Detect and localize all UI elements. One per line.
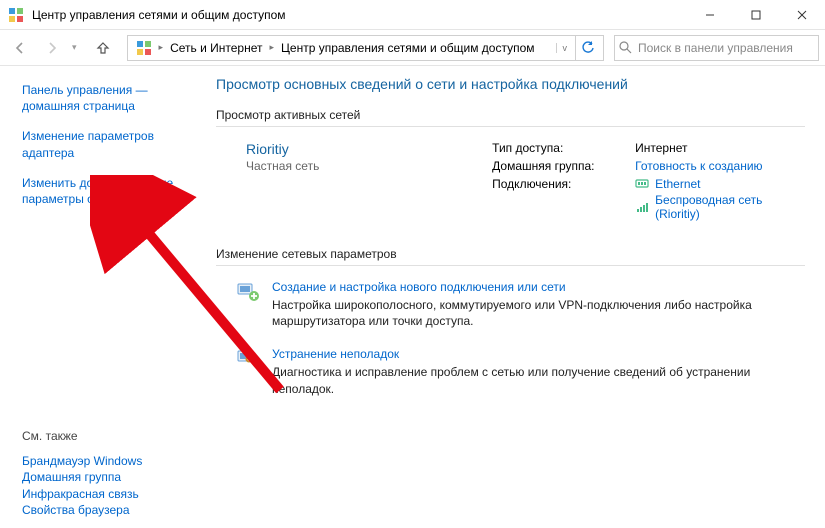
see-also-heading: См. также: [22, 421, 186, 443]
see-also-infrared[interactable]: Инфракрасная связь: [22, 487, 139, 501]
breadcrumb-root-icon[interactable]: [132, 36, 156, 60]
network-name: Rioritiy: [246, 141, 472, 157]
breadcrumb[interactable]: ▸ Сеть и Интернет ▸ Центр управления сет…: [127, 35, 604, 61]
troubleshoot-icon: [236, 347, 260, 369]
wifi-icon: [635, 201, 649, 213]
action-new-connection: Создание и настройка нового подключения …: [236, 280, 805, 329]
window-title: Центр управления сетями и общим доступом: [32, 8, 687, 22]
active-networks-label: Просмотр активных сетей: [216, 108, 805, 127]
connection-ethernet-link[interactable]: Ethernet: [655, 177, 700, 191]
chevron-right-icon[interactable]: ▸: [158, 42, 165, 53]
nav-row: ▾ ▸ Сеть и Интернет ▸ Центр управления с…: [0, 30, 825, 66]
network-type: Частная сеть: [246, 159, 472, 173]
minimize-button[interactable]: [687, 0, 733, 30]
page-title: Просмотр основных сведений о сети и наст…: [216, 76, 805, 92]
sidebar-link-adapter-settings[interactable]: Изменение параметров адаптера: [22, 128, 186, 160]
search-input[interactable]: [638, 41, 814, 55]
action-new-connection-link[interactable]: Создание и настройка нового подключения …: [272, 280, 566, 294]
forward-button[interactable]: [38, 34, 66, 62]
action-troubleshoot-link[interactable]: Устранение неполадок: [272, 347, 399, 361]
chevron-down-icon[interactable]: v: [556, 43, 574, 53]
app-icon: [8, 7, 24, 23]
window-controls: [687, 0, 825, 30]
recent-dropdown-icon[interactable]: ▾: [70, 42, 79, 53]
sidebar: Панель управления — домашняя страница Из…: [0, 66, 198, 528]
breadcrumb-current[interactable]: Центр управления сетями и общим доступом: [277, 36, 539, 60]
active-network-block: Rioritiy Частная сеть Тип доступа: Интер…: [246, 141, 805, 221]
sidebar-link-home[interactable]: Панель управления — домашняя страница: [22, 82, 186, 114]
sidebar-link-advanced-sharing[interactable]: Изменить дополнительные параметры общего…: [22, 175, 186, 207]
homegroup-label: Домашняя группа:: [492, 159, 627, 173]
search-box[interactable]: [614, 35, 819, 61]
access-type-value: Интернет: [635, 141, 805, 155]
action-troubleshoot-desc: Диагностика и исправление проблем с сеть…: [272, 364, 805, 396]
up-button[interactable]: [89, 34, 117, 62]
see-also-homegroup[interactable]: Домашняя группа: [22, 470, 121, 484]
connection-wifi-link[interactable]: Беспроводная сеть (Rioritiy): [655, 193, 805, 221]
change-settings-label: Изменение сетевых параметров: [216, 247, 805, 266]
access-type-label: Тип доступа:: [492, 141, 627, 155]
search-icon: [619, 41, 632, 54]
close-button[interactable]: [779, 0, 825, 30]
action-troubleshoot: Устранение неполадок Диагностика и испра…: [236, 347, 805, 396]
ethernet-icon: [635, 178, 649, 190]
main-content: Просмотр основных сведений о сети и наст…: [198, 66, 825, 528]
connections-label: Подключения:: [492, 177, 627, 221]
refresh-button[interactable]: [575, 36, 599, 60]
action-new-connection-desc: Настройка широкополосного, коммутируемог…: [272, 297, 805, 329]
see-also-browser-properties[interactable]: Свойства браузера: [22, 503, 130, 517]
homegroup-link[interactable]: Готовность к созданию: [635, 159, 805, 173]
see-also-list: Брандмауэр Windows Домашняя группа Инфра…: [22, 453, 186, 518]
new-connection-icon: [236, 280, 260, 302]
titlebar: Центр управления сетями и общим доступом: [0, 0, 825, 30]
chevron-right-icon[interactable]: ▸: [268, 42, 275, 53]
back-button[interactable]: [6, 34, 34, 62]
see-also-firewall[interactable]: Брандмауэр Windows: [22, 454, 142, 468]
maximize-button[interactable]: [733, 0, 779, 30]
breadcrumb-network-internet[interactable]: Сеть и Интернет: [166, 36, 266, 60]
